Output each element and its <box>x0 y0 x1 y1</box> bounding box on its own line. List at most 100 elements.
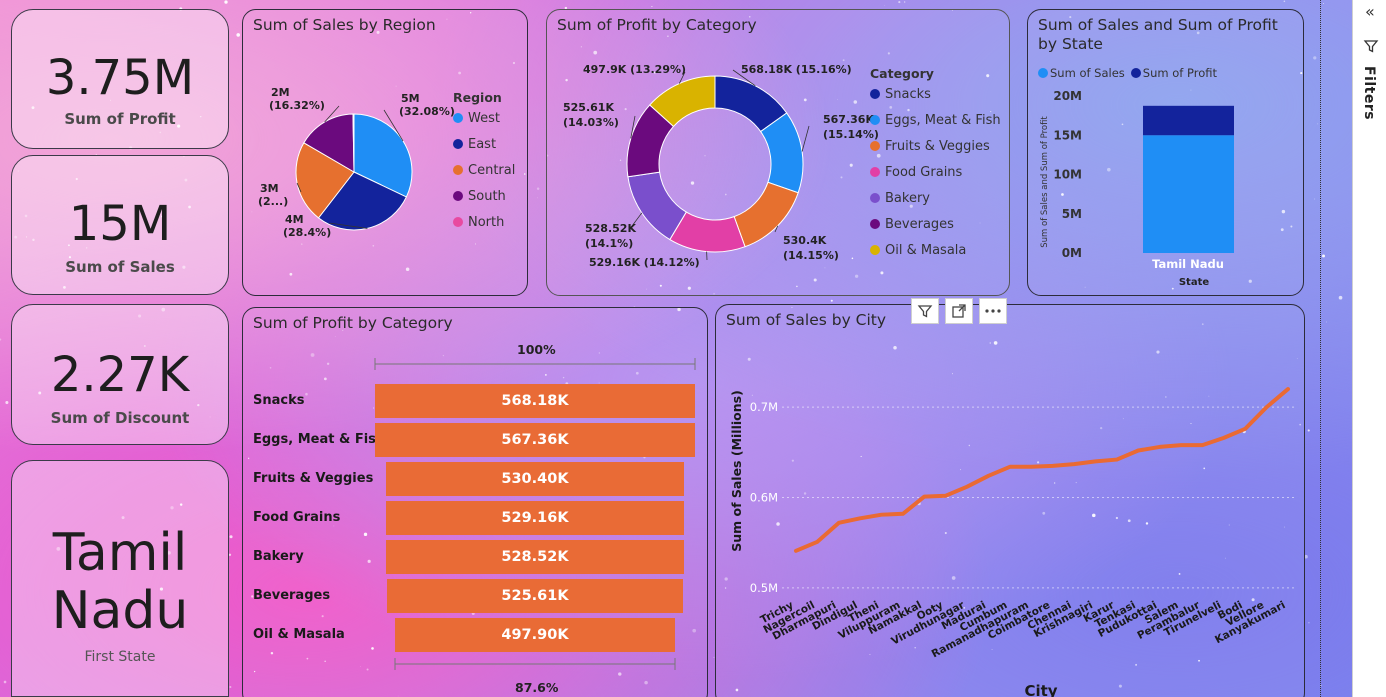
funnel-category-label: Beverages <box>253 588 331 603</box>
legend-label: Bakery <box>885 190 930 206</box>
legend-label: Snacks <box>885 86 931 102</box>
kpi-card-first-state: Tamil Nadu First State <box>11 460 229 697</box>
funnel-bar[interactable]: 529.16K <box>385 501 684 535</box>
collapse-chevron-icon[interactable]: « <box>1365 2 1375 21</box>
legend-item[interactable]: Oil & Masala <box>870 237 1001 263</box>
slice-label-pct: (2...) <box>258 195 288 208</box>
legend-label: Food Grains <box>885 164 963 180</box>
slice-label-pct: (16.32%) <box>269 99 325 112</box>
legend-item[interactable]: Snacks <box>870 81 1001 107</box>
y-tick-label: 0.7M <box>750 400 778 414</box>
more-options-button[interactable] <box>979 298 1007 324</box>
x-tick-label: Tamil Nadu <box>1152 257 1224 271</box>
slice-label: 529.16K (14.12%) <box>589 256 700 269</box>
funnel-category-label: Snacks <box>253 393 305 408</box>
funnel-category-label: Food Grains <box>253 510 341 525</box>
legend-item[interactable]: East <box>453 131 515 157</box>
legend-item[interactable]: Beverages <box>870 211 1001 237</box>
filters-pane[interactable]: « Filters <box>1352 0 1386 697</box>
funnel-bar[interactable]: 528.52K <box>386 540 684 574</box>
funnel-bar[interactable]: 497.90K <box>394 618 676 652</box>
star-dot <box>884 5 886 6</box>
kpi-label: First State <box>84 649 156 665</box>
star-dot <box>1308 622 1310 624</box>
star-dot <box>1317 123 1319 125</box>
star-dot <box>1323 3 1325 5</box>
city-line-panel[interactable]: Sum of Sales by City 0.7M 0.6M 0.5M Trichy N… <box>715 304 1305 697</box>
kpi-value-line1: Tamil <box>52 523 188 583</box>
legend-item[interactable]: West <box>453 105 515 131</box>
slice-label: 497.9K (13.29%) <box>583 63 686 76</box>
x-axis-label: State <box>1179 277 1210 288</box>
focus-mode-button[interactable] <box>945 298 973 324</box>
slice-label-value: 567.36K <box>823 113 874 126</box>
state-bar-chart: 20M 15M 10M 5M 0M Sum of Sales and Sum of Pro… <box>1040 89 1234 288</box>
bar-sales <box>1143 135 1234 253</box>
funnel-bar[interactable]: 525.61K <box>386 579 683 613</box>
category-donut-panel[interactable]: Sum of Profit by Category 568.18K (15.16… <box>546 9 1010 296</box>
filter-icon <box>917 305 933 318</box>
region-legend: Region West East Central South North <box>453 90 515 235</box>
legend-swatch <box>870 89 880 99</box>
legend-label: South <box>468 188 506 204</box>
funnel-bar[interactable]: 567.36K <box>375 423 695 457</box>
slice-label-value: 5M <box>401 92 420 105</box>
funnel-category-label: Eggs, Meat & Fish <box>253 432 386 447</box>
filter-visual-button[interactable] <box>911 298 939 324</box>
legend-item[interactable]: South <box>453 183 515 209</box>
y-tick-label: 5M <box>1062 207 1082 221</box>
legend-title: Region <box>453 90 502 105</box>
legend-item[interactable]: Bakery <box>870 185 1001 211</box>
city-line-chart: 0.7M0.6M0.5MTrichyNagercoilDharmapuriDin… <box>729 387 1296 697</box>
legend-swatch <box>870 219 880 229</box>
slice-label-value: 4M <box>285 213 304 226</box>
legend-title: Category <box>870 66 934 81</box>
star-dot <box>536 187 540 191</box>
legend-label: Beverages <box>885 216 954 232</box>
legend-item[interactable]: Fruits & Veggies <box>870 133 1001 159</box>
star-dot <box>229 535 233 539</box>
kpi-card-profit: 3.75M Sum of Profit <box>11 9 229 149</box>
star-dot <box>830 299 833 302</box>
funnel-bar[interactable]: 568.18K <box>375 384 695 418</box>
star-dot <box>0 338 2 341</box>
y-axis-label: Sum of Sales (Millions) <box>729 390 744 552</box>
slice-label-value: 2M <box>271 86 290 99</box>
panel-title: Sum of Profit by Category <box>253 314 453 332</box>
y-axis-label: Sum of Sales and Sum of Profit <box>1040 116 1050 248</box>
profit-by-category-bar-panel[interactable]: Sum of Profit by Category 100% Snacks 568… <box>242 307 708 697</box>
funnel-bar[interactable]: 530.40K <box>385 462 685 496</box>
state-chart-panel[interactable]: Sum of Sales and Sum of Profit by State … <box>1027 9 1304 296</box>
funnel-bottom-percent: 87.6% <box>515 680 559 695</box>
bar-profit <box>1143 105 1234 136</box>
slice-label-pct: (28.4%) <box>283 226 331 239</box>
legend-label: North <box>468 214 505 230</box>
funnel-category-label: Fruits & Veggies <box>253 471 374 486</box>
legend-swatch <box>870 193 880 203</box>
legend-swatch <box>453 139 463 149</box>
region-pie-panel[interactable]: Sum of Sales by Region 5M (32.08%) 4M (28.4… <box>242 9 528 296</box>
legend-item[interactable]: North <box>453 209 515 235</box>
canvas-edge-guide <box>1320 0 1321 697</box>
kpi-card-sales: 15M Sum of Sales <box>11 155 229 295</box>
star-dot <box>1283 0 1286 3</box>
star-dot <box>1313 56 1317 60</box>
kpi-label: Sum of Sales <box>65 258 175 276</box>
star-dot <box>904 1 906 3</box>
legend-swatch <box>453 113 463 123</box>
star-dot <box>5 401 9 405</box>
slice-label-value: 530.4K <box>783 234 827 247</box>
kpi-label: Sum of Discount <box>50 409 190 427</box>
legend-item[interactable]: Central <box>453 157 515 183</box>
star-dot <box>228 553 232 557</box>
slice-label-pct: (14.15%) <box>783 249 839 262</box>
slice-label-pct: (14.1%) <box>585 237 633 250</box>
slice-label-pct: (32.08%) <box>399 105 455 118</box>
kpi-value: 2.27K <box>50 347 190 403</box>
star-dot <box>898 1 901 4</box>
legend-item[interactable]: Food Grains <box>870 159 1001 185</box>
legend-label: East <box>468 136 497 152</box>
slice-label-pct: (14.03%) <box>563 116 619 129</box>
y-tick-label: 0.6M <box>750 491 778 505</box>
legend-item[interactable]: Eggs, Meat & Fish <box>870 107 1001 133</box>
